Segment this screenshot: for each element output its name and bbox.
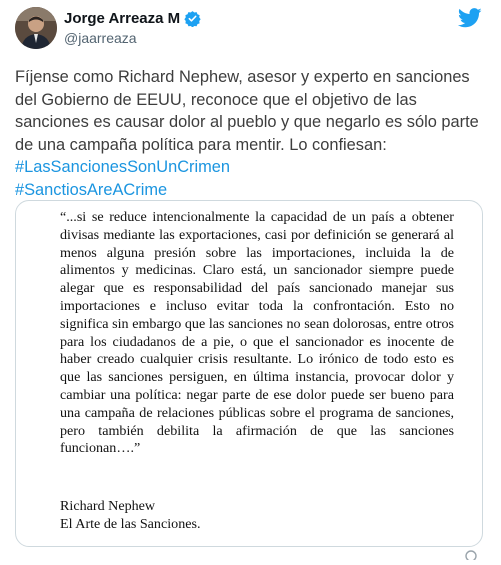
quote-text: “...si se reduce intencionalmente la cap… <box>60 209 454 457</box>
info-icon[interactable] <box>462 546 480 562</box>
tweet: Jorge Arreaza M @jaarreaza Fíjense como … <box>0 0 501 562</box>
hashtag-link[interactable]: #SanctiosAreACrime <box>15 179 490 202</box>
author-name[interactable]: Jorge Arreaza M <box>64 10 180 27</box>
quote-attribution: Richard Nephew El Arte de las Sanciones. <box>60 498 201 534</box>
quote-author: Richard Nephew <box>60 498 156 514</box>
quote-source: El Arte de las Sanciones. <box>60 515 201 532</box>
hashtag-link[interactable]: #LasSancionesSonUnCrimen <box>15 156 490 179</box>
author-row: Jorge Arreaza M <box>64 10 201 28</box>
author-handle[interactable]: @jaarreaza <box>64 30 137 46</box>
avatar[interactable] <box>15 7 57 49</box>
twitter-bird-icon[interactable] <box>457 8 482 28</box>
verified-badge-icon <box>184 10 201 28</box>
tweet-text: Fíjense como Richard Nephew, asesor y ex… <box>15 66 490 202</box>
media-image[interactable]: “...si se reduce intencionalmente la cap… <box>15 200 483 547</box>
tweet-body: Fíjense como Richard Nephew, asesor y ex… <box>15 68 479 154</box>
book-quote: “...si se reduce intencionalmente la cap… <box>60 209 454 458</box>
